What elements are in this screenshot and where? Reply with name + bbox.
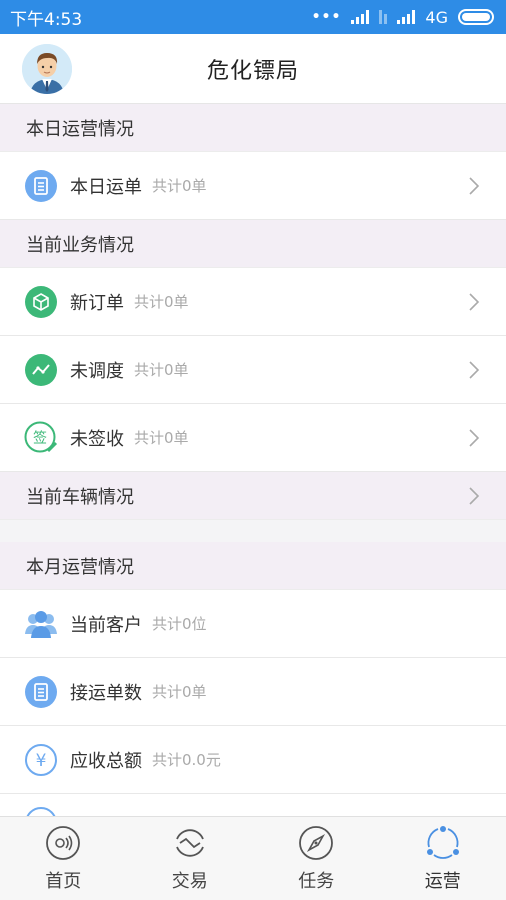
yuan-glyph: ¥ <box>36 751 47 771</box>
sign-glyph: 签 <box>33 429 47 446</box>
chevron-right-icon <box>464 428 484 448</box>
avatar[interactable] <box>22 44 72 94</box>
home-icon <box>46 825 81 860</box>
item-count: 共计0位 <box>152 615 207 633</box>
item-count: 共计0单 <box>152 683 207 701</box>
document-icon <box>24 169 58 203</box>
page-title: 危化镖局 <box>206 58 299 84</box>
tab-trade[interactable]: 交易 <box>127 817 254 900</box>
section-today-ops: 本日运营情况 <box>0 104 506 152</box>
exchange-icon <box>175 828 204 857</box>
list-item-waybill-count[interactable]: 接运单数 共计0单 <box>0 658 506 726</box>
box-icon <box>24 285 58 319</box>
list-item-partial[interactable] <box>0 794 506 816</box>
trend-icon <box>24 353 58 387</box>
list-item-unsigned[interactable]: 签 未签收 共计0单 <box>0 404 506 472</box>
list-item-current-customers[interactable]: 当前客户 共计0位 <box>0 590 506 658</box>
status-bar: 下午4:53 ••• 4G <box>0 0 506 34</box>
avatar-person-icon <box>22 44 72 94</box>
section-vehicles[interactable]: 当前车辆情况 <box>0 472 506 520</box>
item-count: 共计0.0元 <box>152 751 221 769</box>
chevron-right-icon <box>464 176 484 196</box>
partial-icon <box>24 806 58 816</box>
chevron-right-icon <box>464 360 484 380</box>
item-label: 未签收 <box>70 428 124 450</box>
chevron-right-icon <box>464 292 484 312</box>
status-indicators: ••• 4G <box>312 8 494 27</box>
section-vehicles-title: 当前车辆情况 <box>26 486 134 508</box>
item-label: 接运单数 <box>70 682 142 704</box>
tab-label: 运营 <box>424 870 461 892</box>
item-label: 当前客户 <box>70 614 142 636</box>
tab-label: 交易 <box>171 870 208 892</box>
customers-icon <box>24 607 58 641</box>
network-type: 4G <box>425 7 448 27</box>
item-count: 共计0单 <box>152 177 207 195</box>
item-label: 本日运单 <box>70 176 142 198</box>
document-icon <box>24 675 58 709</box>
signal-icon-2 <box>397 10 416 24</box>
yuan-icon: ¥ <box>24 743 58 777</box>
operations-icon <box>426 825 459 859</box>
chevron-right-icon <box>464 486 484 506</box>
signal-icon <box>351 10 370 24</box>
section-gap <box>0 520 506 542</box>
item-label: 未调度 <box>70 360 124 382</box>
tab-label: 任务 <box>298 870 335 892</box>
item-count: 共计0单 <box>134 429 189 447</box>
list-item-new-orders[interactable]: 新订单 共计0单 <box>0 268 506 336</box>
item-count: 共计0单 <box>134 361 189 379</box>
notification-dots: ••• <box>311 9 342 25</box>
status-time: 下午4:53 <box>10 9 83 30</box>
tab-operations[interactable]: 运营 <box>380 817 506 900</box>
battery-icon <box>458 9 494 25</box>
list-item-unscheduled[interactable]: 未调度 共计0单 <box>0 336 506 404</box>
item-label: 应收总额 <box>70 750 142 772</box>
bottom-tab-bar: 首页 交易 任务 运营 <box>0 816 506 900</box>
sign-icon: 签 <box>24 421 58 455</box>
tab-tasks[interactable]: 任务 <box>253 817 380 900</box>
main-content[interactable]: 本日运营情况 本日运单 共计0单 当前业务情况 新订单 共计0单 未调度 共计0… <box>0 104 506 816</box>
app-header: 危化镖局 <box>0 34 506 104</box>
data-transfer-icon <box>379 10 388 24</box>
item-count: 共计0单 <box>134 293 189 311</box>
tab-home[interactable]: 首页 <box>0 817 127 900</box>
compass-icon <box>299 825 334 860</box>
section-month-ops: 本月运营情况 <box>0 542 506 590</box>
item-label: 新订单 <box>70 292 124 314</box>
tab-label: 首页 <box>45 870 82 892</box>
list-item-today-waybill[interactable]: 本日运单 共计0单 <box>0 152 506 220</box>
section-current-business: 当前业务情况 <box>0 220 506 268</box>
list-item-receivable-total[interactable]: ¥ 应收总额 共计0.0元 <box>0 726 506 794</box>
